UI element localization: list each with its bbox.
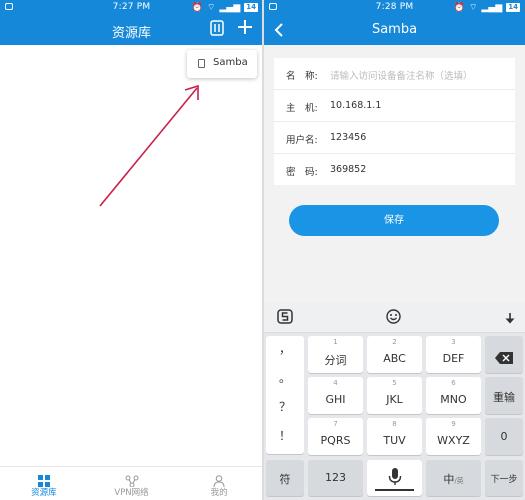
key-number: 2 [392, 338, 397, 346]
wifi-icon: ⌔ [469, 3, 478, 13]
key-label: JKL [386, 393, 403, 406]
key-number: 4 [333, 379, 338, 387]
key-number: 7 [333, 420, 338, 428]
app-bar: Samba [264, 15, 525, 45]
keyboard: ， 。 ？ ！ 1 分词 2 ABC 3 DEF 4 GHI 5 JKL 6 M… [264, 302, 525, 500]
symbol-key[interactable]: 。 [266, 369, 304, 397]
name-input[interactable]: 请输入访问设备备注名称（选填） [330, 68, 473, 82]
key-number: 9 [451, 420, 456, 428]
nav-vpn[interactable]: VPN网络 [88, 467, 176, 500]
next-key[interactable]: 下一步 [485, 460, 523, 496]
password-row[interactable]: 密 码: 369852 [274, 154, 515, 185]
key-label: PQRS [320, 434, 351, 447]
key-7[interactable]: 7 PQRS [308, 418, 363, 455]
key-label: 重输 [493, 391, 515, 404]
backspace-key[interactable] [485, 336, 523, 373]
microphone-icon [388, 468, 402, 490]
language-label: 中/英 [426, 471, 481, 487]
keyboard-toolbar [264, 302, 525, 333]
key-label: DEF [442, 352, 465, 365]
key-number: 1 [333, 338, 338, 346]
host-row[interactable]: 主 机: 10.168.1.1 [274, 90, 515, 122]
password-input[interactable]: 369852 [330, 164, 366, 175]
user-row[interactable]: 用户名: 123456 [274, 122, 515, 154]
key-label: TUV [383, 434, 406, 447]
host-input[interactable]: 10.168.1.1 [330, 100, 381, 111]
key-number: 6 [451, 379, 456, 387]
emoji-icon[interactable] [386, 309, 401, 328]
name-label: 名 称: [286, 71, 318, 82]
right-screen: 7:28 PM ⏰ ⌔ ▂▄▆ 14 Samba 名 称: 请输入访问设备备注名… [264, 0, 525, 500]
key-9[interactable]: 9 WXYZ [426, 418, 481, 455]
key-label: 0 [500, 430, 508, 443]
reenter-key[interactable]: 重输 [485, 377, 523, 414]
status-bar: 7:28 PM ⏰ ⌔ ▂▄▆ 14 [264, 0, 525, 15]
samba-form: 名 称: 请输入访问设备备注名称（选填） 主 机: 10.168.1.1 用户名… [274, 58, 515, 185]
name-row[interactable]: 名 称: 请输入访问设备备注名称（选填） [274, 58, 515, 90]
symbol-key[interactable]: ？ [266, 398, 304, 426]
user-input[interactable]: 123456 [330, 132, 366, 143]
key-label: WXYZ [437, 434, 470, 447]
nav-label: 资源库 [31, 488, 57, 498]
key-number: 8 [392, 420, 397, 428]
key-5[interactable]: 5 JKL [367, 377, 422, 414]
nav-mine[interactable]: 我的 [175, 467, 263, 500]
nav-label: VPN网络 [114, 488, 149, 498]
number-mode-key[interactable]: 123 [308, 460, 363, 496]
key-label: GHI [325, 393, 346, 406]
annotation-arrow [99, 84, 199, 207]
user-label: 用户名: [286, 135, 318, 146]
en-label: /英 [454, 477, 464, 485]
signal-icon: ▂▄▆ [481, 2, 503, 13]
host-label: 主 机: [286, 103, 318, 114]
nav-library[interactable]: 资源库 [0, 467, 88, 500]
key-2[interactable]: 2 ABC [367, 336, 422, 373]
language-switch-key[interactable]: 中/英 [426, 460, 481, 496]
symbol-column: ， 。 ？ ！ [266, 336, 304, 454]
bottom-nav: 资源库 VPN网络 我的 [0, 466, 263, 500]
left-screen: 7:27 PM ⏰ ⌔ ▂▄▆ 14 资源库 Samba 资源库 VPN网络 我… [0, 0, 263, 500]
page-title: Samba [371, 22, 418, 37]
key-number: 5 [392, 379, 397, 387]
alarm-icon: ⏰ [453, 2, 466, 13]
symbol-key[interactable]: ！ [266, 427, 304, 455]
key-4[interactable]: 4 GHI [308, 377, 363, 414]
backspace-icon [495, 349, 513, 368]
hide-keyboard-icon[interactable] [504, 310, 516, 329]
ime-logo-icon[interactable] [277, 309, 293, 328]
space-key[interactable] [367, 460, 422, 496]
key-label: 下一步 [490, 475, 518, 485]
key-label: ABC [383, 352, 406, 365]
key-6[interactable]: 6 MNO [426, 377, 481, 414]
key-8[interactable]: 8 TUV [367, 418, 422, 455]
save-button[interactable]: 保存 [289, 205, 499, 236]
key-label: MNO [440, 393, 467, 406]
key-label: 分词 [324, 354, 347, 367]
key-label: 符 [279, 473, 291, 486]
battery-icon: 14 [506, 3, 520, 12]
status-icons: ⏰ ⌔ ▂▄▆ 14 [454, 2, 520, 13]
nav-label: 我的 [210, 488, 228, 498]
key-label: 123 [325, 471, 346, 484]
symbol-mode-key[interactable]: 符 [266, 460, 304, 496]
key-1[interactable]: 1 分词 [308, 336, 363, 373]
zh-label: 中 [443, 473, 455, 486]
space-bar-line [375, 489, 414, 491]
symbol-key[interactable]: ， [266, 340, 304, 368]
key-number: 3 [451, 338, 456, 346]
password-label: 密 码: [286, 167, 318, 178]
key-0[interactable]: 0 [485, 418, 523, 455]
key-3[interactable]: 3 DEF [426, 336, 481, 373]
